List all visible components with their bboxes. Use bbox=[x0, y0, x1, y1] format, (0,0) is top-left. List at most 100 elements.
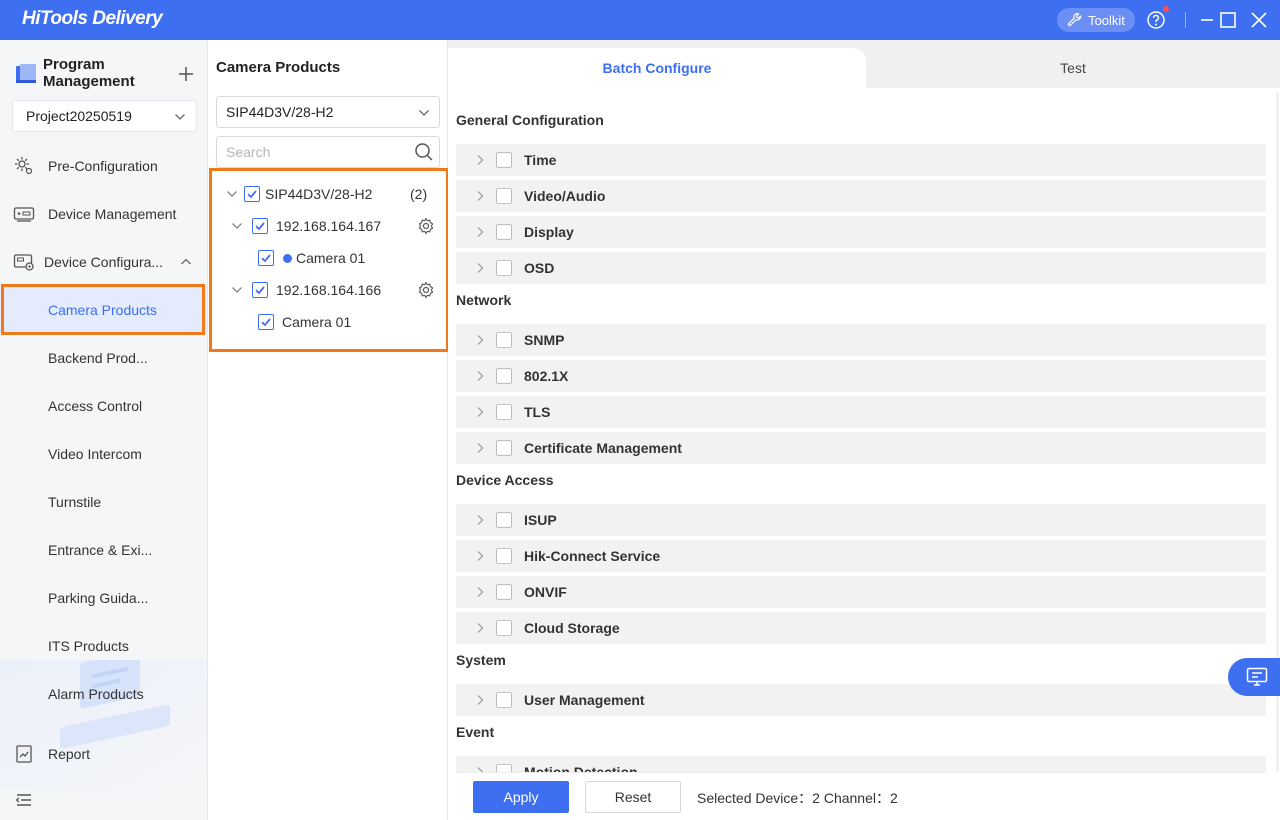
add-icon[interactable] bbox=[176, 64, 196, 84]
collapse-menu-icon[interactable] bbox=[14, 790, 34, 810]
tree-node-device[interactable]: 192.168.164.166 bbox=[208, 278, 440, 302]
sidebar-item-device-management[interactable]: Device Management bbox=[0, 190, 207, 238]
config-row[interactable]: ONVIF bbox=[456, 576, 1266, 608]
sidebar-item-label: Parking Guida... bbox=[48, 590, 149, 606]
sidebar-item-label: Turnstile bbox=[48, 494, 102, 510]
config-checkbox[interactable] bbox=[496, 188, 512, 204]
config-checkbox[interactable] bbox=[496, 224, 512, 240]
chevron-right-icon[interactable] bbox=[474, 622, 486, 634]
sidebar-item-video-intercom[interactable]: Video Intercom bbox=[0, 430, 207, 478]
sidebar-item-alarm-products[interactable]: Alarm Products bbox=[0, 670, 207, 718]
config-row-label: ISUP bbox=[524, 512, 557, 528]
sidebar-item-label: Pre-Configuration bbox=[48, 158, 158, 174]
gear-icon[interactable] bbox=[417, 281, 435, 299]
maximize-icon[interactable] bbox=[1216, 8, 1240, 32]
chevron-right-icon[interactable] bbox=[474, 262, 486, 274]
config-checkbox[interactable] bbox=[496, 512, 512, 528]
selected-count-text: Selected Device：2 Channel：2 bbox=[697, 790, 898, 806]
chevron-right-icon[interactable] bbox=[474, 694, 486, 706]
tab-batch-configure[interactable]: Batch Configure bbox=[448, 48, 866, 88]
sidebar-item-camera-products[interactable]: Camera Products bbox=[0, 286, 207, 334]
config-row[interactable]: Cloud Storage bbox=[456, 612, 1266, 644]
chevron-right-icon[interactable] bbox=[474, 550, 486, 562]
config-checkbox[interactable] bbox=[496, 404, 512, 420]
chevron-right-icon[interactable] bbox=[474, 370, 486, 382]
sidebar-item-label: ITS Products bbox=[48, 638, 129, 654]
panel-title: Camera Products bbox=[216, 59, 341, 76]
sidebar-item-access-control[interactable]: Access Control bbox=[0, 382, 207, 430]
chevron-right-icon[interactable] bbox=[474, 154, 486, 166]
config-row[interactable]: TLS bbox=[456, 396, 1266, 428]
toolkit-button[interactable]: Toolkit bbox=[1057, 8, 1135, 32]
config-checkbox[interactable] bbox=[496, 152, 512, 168]
config-row[interactable]: Certificate Management bbox=[456, 432, 1266, 464]
search-icon[interactable] bbox=[414, 142, 434, 162]
sidebar-item-backend-products[interactable]: Backend Prod... bbox=[0, 334, 207, 382]
config-row-label: 802.1X bbox=[524, 368, 569, 384]
chevron-down-icon[interactable] bbox=[231, 220, 243, 232]
tree-checkbox[interactable] bbox=[244, 186, 260, 202]
config-checkbox[interactable] bbox=[496, 584, 512, 600]
app-logo: HiTools Delivery bbox=[22, 8, 163, 29]
section-title: Event bbox=[456, 724, 495, 740]
chevron-right-icon[interactable] bbox=[474, 514, 486, 526]
tree-checkbox[interactable] bbox=[258, 314, 274, 330]
tree-node-channel[interactable]: Camera 01 bbox=[208, 310, 440, 334]
action-bar: Apply Reset Selected Device：2 Channel：2 bbox=[456, 772, 1266, 820]
config-row-label: ONVIF bbox=[524, 584, 567, 600]
config-row[interactable]: 802.1X bbox=[456, 360, 1266, 392]
config-row-label: Cloud Storage bbox=[524, 620, 620, 636]
sidebar-item-turnstile[interactable]: Turnstile bbox=[0, 478, 207, 526]
chevron-down-icon[interactable] bbox=[231, 284, 243, 296]
toolkit-label: Toolkit bbox=[1088, 12, 1125, 28]
config-row[interactable]: SNMP bbox=[456, 324, 1266, 356]
config-row[interactable]: User Management bbox=[456, 684, 1266, 716]
config-row-label: Hik-Connect Service bbox=[524, 548, 661, 564]
sidebar-item-its-products[interactable]: ITS Products bbox=[0, 622, 207, 670]
tree-checkbox[interactable] bbox=[258, 250, 274, 266]
config-row[interactable]: Video/Audio bbox=[456, 180, 1266, 212]
config-row[interactable]: Hik-Connect Service bbox=[456, 540, 1266, 572]
tab-bar: Batch Configure Test bbox=[448, 40, 1280, 88]
tab-test[interactable]: Test bbox=[866, 48, 1280, 88]
chevron-down-icon[interactable] bbox=[226, 188, 238, 200]
tree-node-channel[interactable]: Camera 01 bbox=[208, 246, 440, 270]
chevron-up-icon[interactable] bbox=[180, 256, 192, 268]
chevron-right-icon[interactable] bbox=[474, 334, 486, 346]
config-checkbox[interactable] bbox=[496, 692, 512, 708]
close-icon[interactable] bbox=[1247, 8, 1271, 32]
chevron-right-icon[interactable] bbox=[474, 406, 486, 418]
floating-assistant-button[interactable] bbox=[1228, 658, 1280, 696]
apply-button[interactable]: Apply bbox=[473, 781, 569, 813]
device-icon bbox=[12, 202, 36, 226]
config-checkbox[interactable] bbox=[496, 620, 512, 636]
config-row[interactable]: Display bbox=[456, 216, 1266, 248]
tree-checkbox[interactable] bbox=[252, 218, 268, 234]
search-input[interactable] bbox=[216, 136, 440, 168]
config-checkbox[interactable] bbox=[496, 440, 512, 456]
gear-icon[interactable] bbox=[417, 217, 435, 235]
config-row[interactable]: Time bbox=[456, 144, 1266, 176]
sidebar-item-parking-guidance[interactable]: Parking Guida... bbox=[0, 574, 207, 622]
sidebar-item-report[interactable]: Report bbox=[0, 730, 207, 778]
config-checkbox[interactable] bbox=[496, 368, 512, 384]
config-row[interactable]: OSD bbox=[456, 252, 1266, 284]
config-checkbox[interactable] bbox=[496, 332, 512, 348]
model-select[interactable]: SIP44D3V/28-H2 bbox=[216, 96, 440, 128]
chevron-right-icon[interactable] bbox=[474, 190, 486, 202]
monitor-icon bbox=[1246, 667, 1268, 686]
config-row[interactable]: ISUP bbox=[456, 504, 1266, 536]
chevron-right-icon[interactable] bbox=[474, 442, 486, 454]
chevron-right-icon[interactable] bbox=[474, 586, 486, 598]
sidebar-item-pre-configuration[interactable]: Pre-Configuration bbox=[0, 142, 207, 190]
sidebar-item-entrance-exit[interactable]: Entrance & Exi... bbox=[0, 526, 207, 574]
chevron-right-icon[interactable] bbox=[474, 226, 486, 238]
project-select[interactable]: Project20250519 bbox=[12, 100, 197, 132]
reset-button[interactable]: Reset bbox=[585, 781, 681, 813]
config-checkbox[interactable] bbox=[496, 548, 512, 564]
tree-checkbox[interactable] bbox=[252, 282, 268, 298]
sidebar-item-device-configuration[interactable]: Device Configura... bbox=[0, 238, 207, 286]
tree-node-device[interactable]: 192.168.164.167 bbox=[208, 214, 440, 238]
config-checkbox[interactable] bbox=[496, 260, 512, 276]
tree-node-model[interactable]: SIP44D3V/28-H2 (2) bbox=[208, 182, 440, 206]
